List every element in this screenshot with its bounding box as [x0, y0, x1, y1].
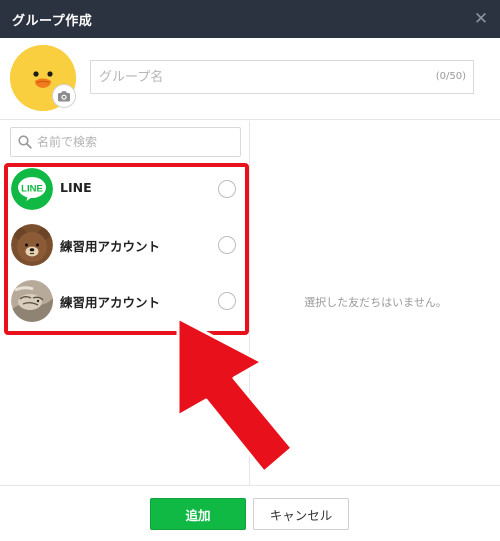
friend-row-line[interactable]: LINE LINE	[0, 163, 249, 219]
friend-name: 練習用アカウント	[60, 239, 161, 254]
friend-select-checkbox[interactable]	[218, 236, 236, 254]
friend-row-practice-1[interactable]: 練習用アカウント	[0, 219, 249, 275]
friend-select-checkbox[interactable]	[218, 180, 236, 198]
friend-name: LINE	[60, 180, 92, 195]
empty-selection-message: 選択した友だちはいません。	[304, 296, 447, 309]
close-icon[interactable]: ✕	[470, 8, 492, 30]
group-name-field[interactable]: (0/50)	[90, 60, 474, 94]
camera-icon[interactable]	[52, 84, 76, 108]
friend-select-checkbox[interactable]	[218, 292, 236, 310]
selected-friends-pane: 選択した友だちはいません。	[251, 121, 500, 485]
group-name-counter: (0/50)	[435, 71, 466, 82]
group-header: (0/50)	[0, 38, 500, 120]
search-box[interactable]	[10, 127, 241, 157]
cat-photo-avatar	[11, 280, 53, 322]
group-name-input[interactable]	[99, 61, 409, 93]
add-button[interactable]: 追加	[150, 498, 246, 530]
search-input[interactable]	[37, 128, 237, 156]
friend-name: 練習用アカウント	[60, 295, 161, 310]
dialog-footer: 追加 キャンセル	[0, 485, 500, 541]
window-title: グループ作成	[12, 14, 93, 29]
cancel-button[interactable]: キャンセル	[253, 498, 349, 530]
svg-text:LINE: LINE	[21, 184, 43, 195]
window-titlebar: グループ作成 ✕	[0, 0, 500, 38]
brown-bear-avatar	[11, 224, 53, 266]
line-logo-icon: LINE	[11, 168, 53, 210]
friend-picker-pane: LINE LINE 練習用アカウント	[0, 121, 250, 485]
friend-row-practice-2[interactable]: 練習用アカウント	[0, 275, 249, 331]
search-icon	[18, 135, 32, 149]
